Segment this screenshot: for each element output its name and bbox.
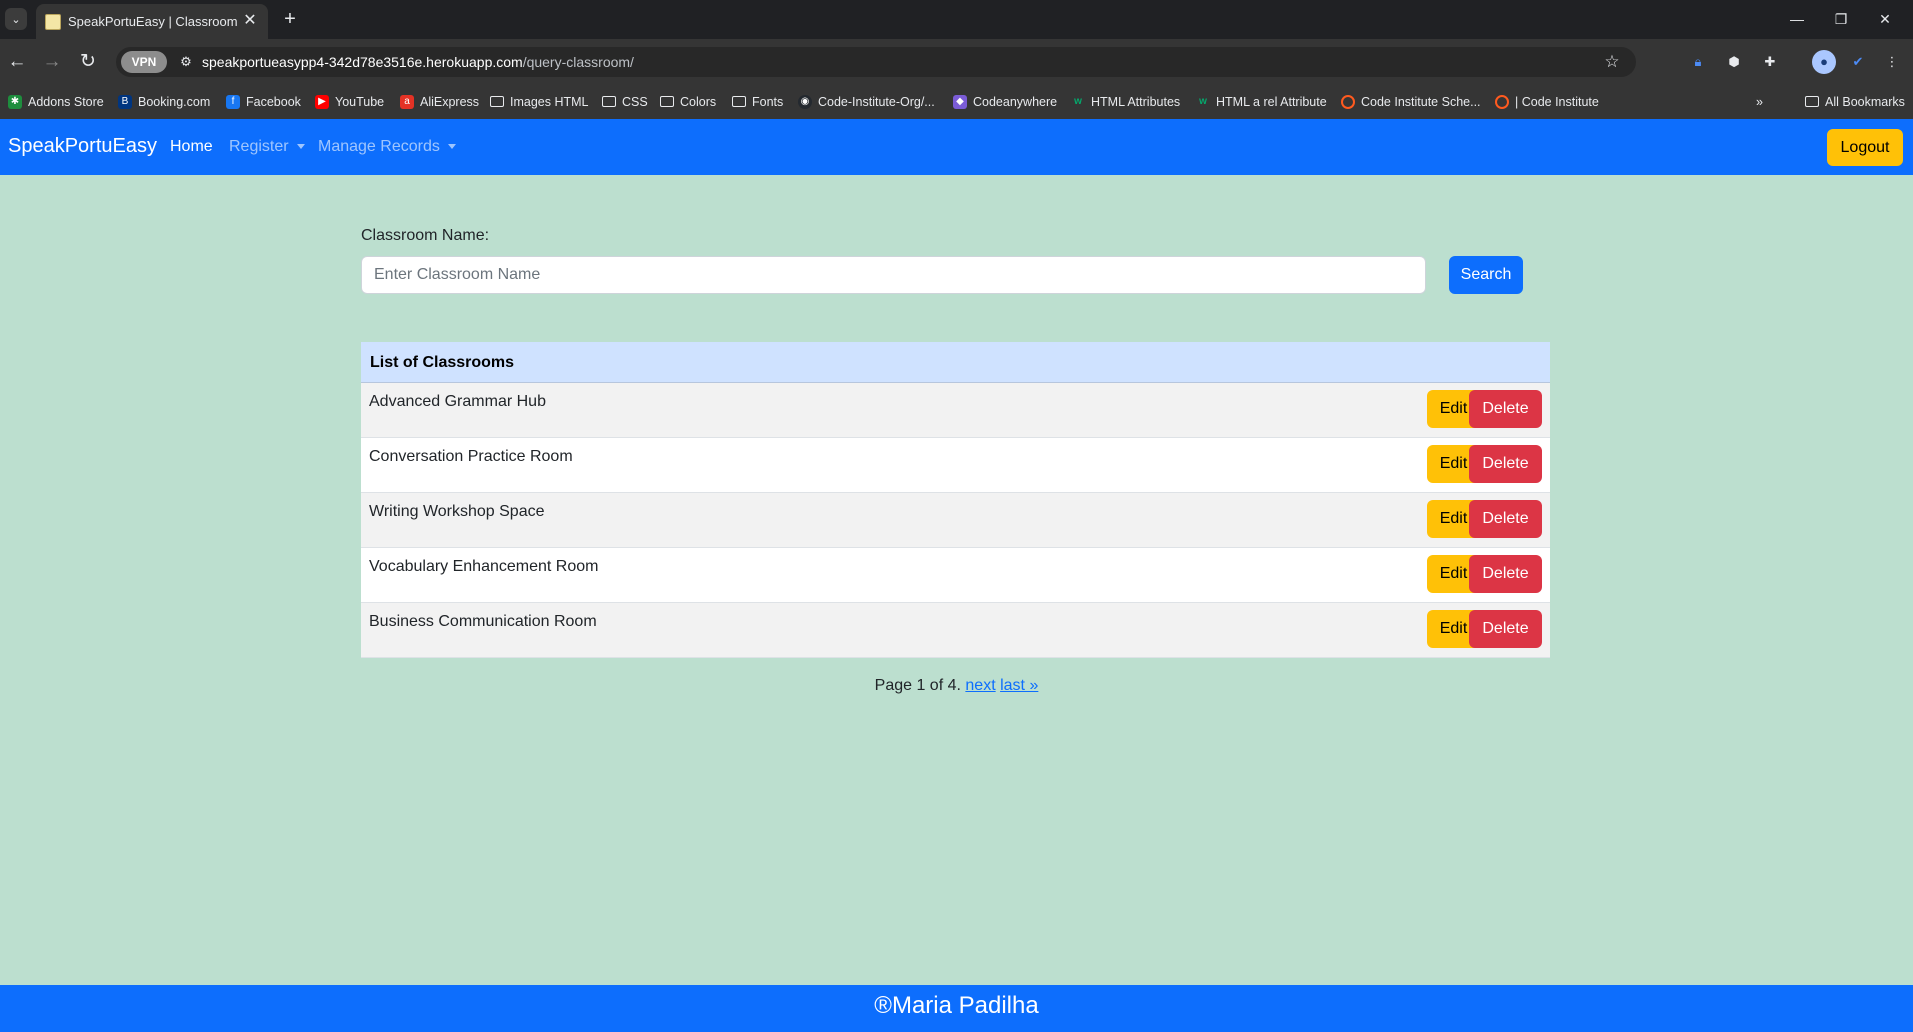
url-text[interactable]: speakportueasypp4-342d78e3516e.herokuapp… [202, 54, 634, 70]
window-minimize-icon[interactable]: — [1777, 6, 1817, 32]
bookmark-folder-fonts[interactable]: Fonts [732, 92, 783, 112]
table-row: Writing Workshop Space Edit Delete [361, 493, 1550, 548]
delete-button[interactable]: Delete [1469, 390, 1542, 428]
code-institute-icon [1495, 95, 1509, 109]
forward-arrow-icon[interactable]: → [39, 49, 65, 75]
classroom-name: Writing Workshop Space [369, 503, 545, 520]
table-row: Advanced Grammar Hub Edit Delete [361, 383, 1550, 438]
folder-icon [660, 96, 674, 107]
facebook-icon: f [226, 95, 240, 109]
window-close-icon[interactable]: ✕ [1865, 6, 1905, 32]
bookmark-aliexpress[interactable]: a AliExpress [400, 92, 479, 112]
classroom-name-label: Classroom Name: [361, 227, 490, 244]
nav-register-dropdown[interactable]: Register [229, 138, 305, 156]
next-page-link[interactable]: next [965, 677, 995, 694]
folder-icon [490, 96, 504, 107]
classroom-table: List of Classrooms Advanced Grammar Hub … [361, 342, 1550, 658]
classroom-name: Advanced Grammar Hub [369, 393, 546, 410]
bookmark-folder-css[interactable]: CSS [602, 92, 648, 112]
tab-close-icon[interactable]: ✕ [240, 11, 260, 31]
delete-button[interactable]: Delete [1469, 610, 1542, 648]
bookmark-html-attributes[interactable]: w HTML Attributes [1071, 92, 1180, 112]
browser-tab[interactable]: SpeakPortuEasy | Classroom Qu ✕ [36, 4, 268, 39]
logout-button[interactable]: Logout [1827, 129, 1903, 166]
bookmark-code-institute-schedule[interactable]: Code Institute Sche... [1341, 92, 1481, 112]
bookmark-booking[interactable]: B Booking.com [118, 92, 210, 112]
booking-icon: B [118, 95, 132, 109]
bookmark-youtube[interactable]: ▶ YouTube [315, 92, 384, 112]
browser-tab-strip: ⌄ SpeakPortuEasy | Classroom Qu ✕ + — ❐ … [0, 0, 1913, 39]
bookmark-folder-colors[interactable]: Colors [660, 92, 716, 112]
folder-icon [602, 96, 616, 107]
url-host: speakportueasypp4-342d78e3516e.herokuapp… [202, 54, 523, 70]
app-navbar: SpeakPortuEasy Home Register Manage Reco… [0, 119, 1913, 175]
pagination: Page 1 of 4. next last » [0, 677, 1913, 695]
bookmark-code-institute-org[interactable]: ◉ Code-Institute-Org/... [798, 92, 935, 112]
address-bar[interactable]: VPN ⚙ speakportueasypp4-342d78e3516e.her… [116, 47, 1636, 77]
search-button[interactable]: Search [1449, 256, 1523, 294]
aliexpress-icon: a [400, 95, 414, 109]
bookmark-code-institute[interactable]: | Code Institute [1495, 92, 1599, 112]
nav-register-label: Register [229, 138, 289, 155]
extensions-puzzle-icon[interactable]: ✚ [1758, 50, 1782, 74]
bookmark-folder-images-html[interactable]: Images HTML [490, 92, 589, 112]
puzzle-icon: ✱ [8, 95, 22, 109]
classroom-name: Vocabulary Enhancement Room [369, 558, 599, 575]
browser-toolbar: ← → ↻ VPN ⚙ speakportueasypp4-342d78e351… [0, 39, 1913, 84]
delete-button[interactable]: Delete [1469, 555, 1542, 593]
window-restore-icon[interactable]: ❐ [1821, 6, 1861, 32]
page-indicator: Page 1 of 4. [874, 677, 961, 694]
tab-search-chevron-icon[interactable]: ⌄ [5, 8, 27, 30]
bookmark-facebook[interactable]: f Facebook [226, 92, 301, 112]
tab-favicon-icon [45, 14, 61, 30]
table-row: Vocabulary Enhancement Room Edit Delete [361, 548, 1550, 603]
code-institute-icon [1341, 95, 1355, 109]
bookmarks-overflow-chevron-icon[interactable]: » [1756, 92, 1763, 112]
delete-button[interactable]: Delete [1469, 445, 1542, 483]
footer: ®Maria Padilha [0, 985, 1913, 1032]
nav-manage-records-label: Manage Records [318, 138, 440, 155]
delete-button[interactable]: Delete [1469, 500, 1542, 538]
bookmark-addons-store[interactable]: ✱ Addons Store [8, 92, 104, 112]
github-icon: ◉ [798, 95, 812, 109]
classroom-name: Conversation Practice Room [369, 448, 573, 465]
folder-icon [732, 96, 746, 107]
bookmark-codeanywhere[interactable]: ◆ Codeanywhere [953, 92, 1057, 112]
url-path: /query-classroom/ [522, 54, 634, 70]
tab-title: SpeakPortuEasy | Classroom Qu [68, 14, 238, 29]
extension-shield-icon[interactable]: ⬢ [1722, 50, 1746, 74]
codeanywhere-icon: ◆ [953, 95, 967, 109]
browser-menu-icon[interactable]: ⋮ [1880, 50, 1904, 74]
chevron-down-icon [447, 144, 456, 150]
w3-icon: w [1074, 96, 1082, 107]
footer-credit: ®Maria Padilha [874, 992, 1039, 1019]
vpn-badge[interactable]: VPN [121, 51, 167, 73]
password-manager-icon[interactable]: 🔒︎ [1686, 50, 1710, 74]
nav-manage-records-dropdown[interactable]: Manage Records [318, 138, 456, 156]
table-row: Business Communication Room Edit Delete [361, 603, 1550, 658]
site-info-icon[interactable]: ⚙ [176, 52, 196, 72]
bookmarks-bar: ✱ Addons Store B Booking.com f Facebook ▶ Yo… [0, 84, 1913, 119]
w3-icon: w [1199, 96, 1207, 107]
last-page-link[interactable]: last » [1000, 677, 1038, 694]
brand-link[interactable]: SpeakPortuEasy [8, 135, 157, 158]
new-tab-plus-icon[interactable]: + [278, 7, 302, 31]
chevron-down-icon [296, 144, 305, 150]
folder-icon [1805, 96, 1819, 107]
classroom-name: Business Communication Room [369, 613, 597, 630]
table-header: List of Classrooms [361, 342, 1550, 383]
nav-home-link[interactable]: Home [170, 138, 213, 156]
bookmark-all-bookmarks[interactable]: All Bookmarks [1805, 92, 1905, 112]
back-arrow-icon[interactable]: ← [4, 49, 30, 75]
bookmark-html-a-rel[interactable]: w HTML a rel Attribute [1196, 92, 1327, 112]
reload-icon[interactable]: ↻ [75, 49, 101, 75]
profile-avatar-icon[interactable]: ● [1812, 50, 1836, 74]
security-check-icon[interactable]: ✔ [1846, 50, 1870, 74]
bookmark-star-icon[interactable]: ☆ [1600, 50, 1624, 74]
classroom-name-input[interactable] [361, 256, 1426, 294]
youtube-icon: ▶ [315, 95, 329, 109]
table-row: Conversation Practice Room Edit Delete [361, 438, 1550, 493]
